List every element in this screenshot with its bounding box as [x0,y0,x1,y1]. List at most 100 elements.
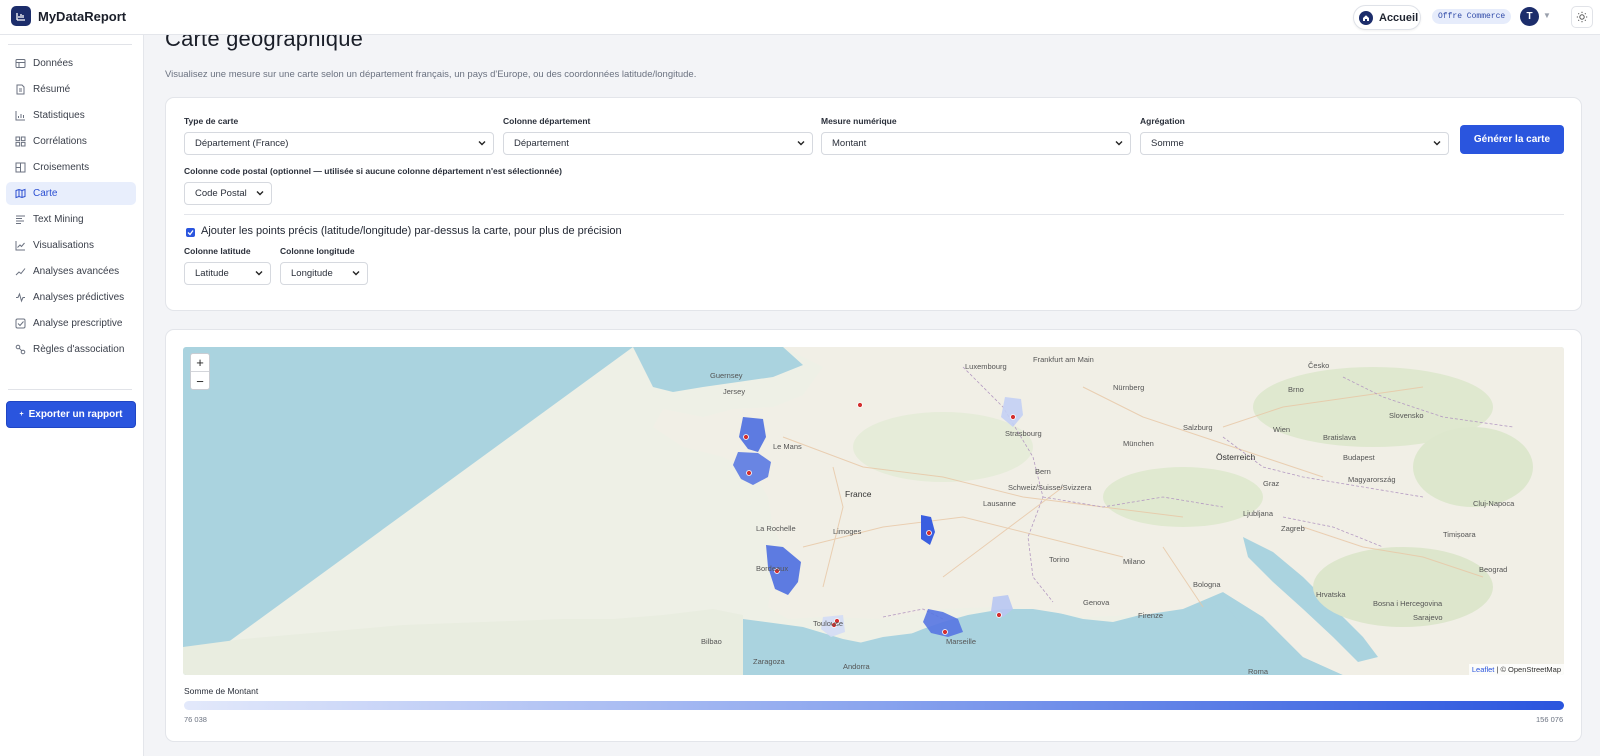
export-label: Exporter un rapport [28,409,123,420]
map-label: Jersey [723,387,746,396]
leaflet-link[interactable]: Leaflet [1472,665,1495,674]
sidebar: Données Résumé Statistiques Corrélations… [0,35,144,756]
theme-toggle-button[interactable] [1571,6,1593,28]
trend-icon [15,268,26,276]
sidebar-item-statistiques[interactable]: Statistiques [6,104,136,127]
precise-points-checkbox[interactable] [186,228,195,237]
map-label: Bern [1035,467,1051,476]
map-label: Beograd [1479,565,1508,574]
map-label: Brno [1288,385,1304,394]
legend-max-value: 156 076 [1536,715,1564,724]
dept-column-label: Colonne département [503,116,591,126]
map-label: Milano [1123,557,1146,566]
measure-select[interactable]: Montant [821,132,1131,155]
lat-select[interactable]: Latitude [184,262,271,285]
table-icon [15,59,26,68]
sidebar-item-label: Text Mining [33,214,84,225]
map-view[interactable]: Guernsey Jersey Le Mans Bordeaux Toulous… [183,347,1564,675]
zoom-control: + − [190,353,210,390]
sidebar-item-label: Analyse prescriptive [33,318,123,329]
measure-label: Mesure numérique [821,116,897,126]
chevron-down-icon [1433,141,1441,146]
sidebar-item-carte[interactable]: Carte [6,182,136,205]
aggregation-value: Somme [1151,138,1184,149]
sidebar-item-label: Corrélations [33,136,87,147]
legend-min-value: 76 038 [184,715,207,724]
osm-attribution[interactable]: | © OpenStreetMap [1496,665,1561,674]
zoom-in-button[interactable]: + [191,354,209,372]
dept-column-select[interactable]: Département [503,132,813,155]
map-label: München [1123,439,1154,448]
sidebar-item-analyses-avancees[interactable]: Analyses avancées [6,260,136,283]
map-label: Schweiz/Suisse/Svizzera [1008,483,1092,492]
sidebar-item-croisements[interactable]: Croisements [6,156,136,179]
map-type-label: Type de carte [184,116,239,126]
config-card [165,97,1582,311]
postal-value: Code Postal [195,188,247,199]
chevron-down-icon [255,271,263,276]
map-label: Graz [1263,479,1280,488]
brand[interactable]: MyDataReport [11,6,126,26]
sidebar-item-analyse-prescriptive[interactable]: Analyse prescriptive [6,312,136,335]
sidebar-divider [8,389,132,390]
sidebar-item-text-mining[interactable]: Text Mining [6,208,136,231]
page-subtitle: Visualisez une mesure sur une carte selo… [165,69,697,80]
chevron-down-icon [256,191,264,196]
map-label: Ljubljana [1243,509,1274,518]
chevron-down-icon [478,141,486,146]
legend-gradient-bar [184,701,1564,710]
map-canvas [183,347,1564,675]
map-label: Limoges [833,527,862,536]
home-label: Accueil [1379,11,1419,24]
map-label: Zagreb [1281,524,1305,533]
sidebar-item-label: Croisements [33,162,90,173]
export-report-button[interactable]: + Exporter un rapport [6,401,136,428]
map-label: Le Mans [773,442,802,451]
activity-icon [16,292,25,303]
map-label: Bordeaux [756,564,789,573]
layout-icon [15,162,26,173]
map-label: Magyarország [1348,475,1396,484]
lon-select[interactable]: Longitude [280,262,368,285]
map-label: Bologna [1193,580,1221,589]
map-label: Österreich [1216,452,1256,462]
postal-select[interactable]: Code Postal [184,182,272,205]
sidebar-item-donnees[interactable]: Données [6,52,136,75]
sidebar-item-resume[interactable]: Résumé [6,78,136,101]
chevron-down-icon[interactable]: ▼ [1543,11,1551,20]
sidebar-item-regles-association[interactable]: Règles d'association [6,338,136,361]
map-label: Firenze [1138,611,1164,620]
section-divider [184,214,1564,215]
map-label: Toulouse [813,619,844,628]
dept-column-value: Département [514,138,569,149]
sidebar-item-label: Statistiques [33,110,85,121]
lon-value: Longitude [291,268,333,279]
text-icon [16,215,25,224]
generate-map-button[interactable]: Générer la carte [1460,125,1564,154]
map-label: Torino [1049,555,1070,564]
check-square-icon [15,318,26,329]
map-label: Budapest [1343,453,1375,462]
sidebar-item-analyses-predictives[interactable]: Analyses prédictives [6,286,136,309]
home-button[interactable]: Accueil [1353,5,1421,30]
map-type-select[interactable]: Département (France) [184,132,494,155]
map-label: France [845,489,872,499]
map-label: Česko [1308,361,1330,370]
sidebar-divider [8,44,132,45]
avatar[interactable]: T [1520,7,1539,26]
precise-points-label[interactable]: Ajouter les points précis (latitude/long… [201,225,622,237]
map-label: Salzburg [1183,423,1213,432]
sidebar-item-visualisations[interactable]: Visualisations [6,234,136,257]
zoom-out-button[interactable]: − [191,372,209,390]
map-label: Lausanne [983,499,1016,508]
sidebar-item-label: Résumé [33,84,71,95]
sidebar-item-correlations[interactable]: Corrélations [6,130,136,153]
aggregation-select[interactable]: Somme [1140,132,1449,155]
map-label: La Rochelle [756,524,796,533]
bar-chart-icon [15,111,25,121]
map-label: Zaragoza [753,657,785,666]
map-attribution: Leaflet | © OpenStreetMap [1468,664,1564,675]
sidebar-item-label: Règles d'association [33,344,125,355]
map-label: Timișoara [1443,530,1476,539]
map-label: Nürnberg [1113,383,1145,392]
